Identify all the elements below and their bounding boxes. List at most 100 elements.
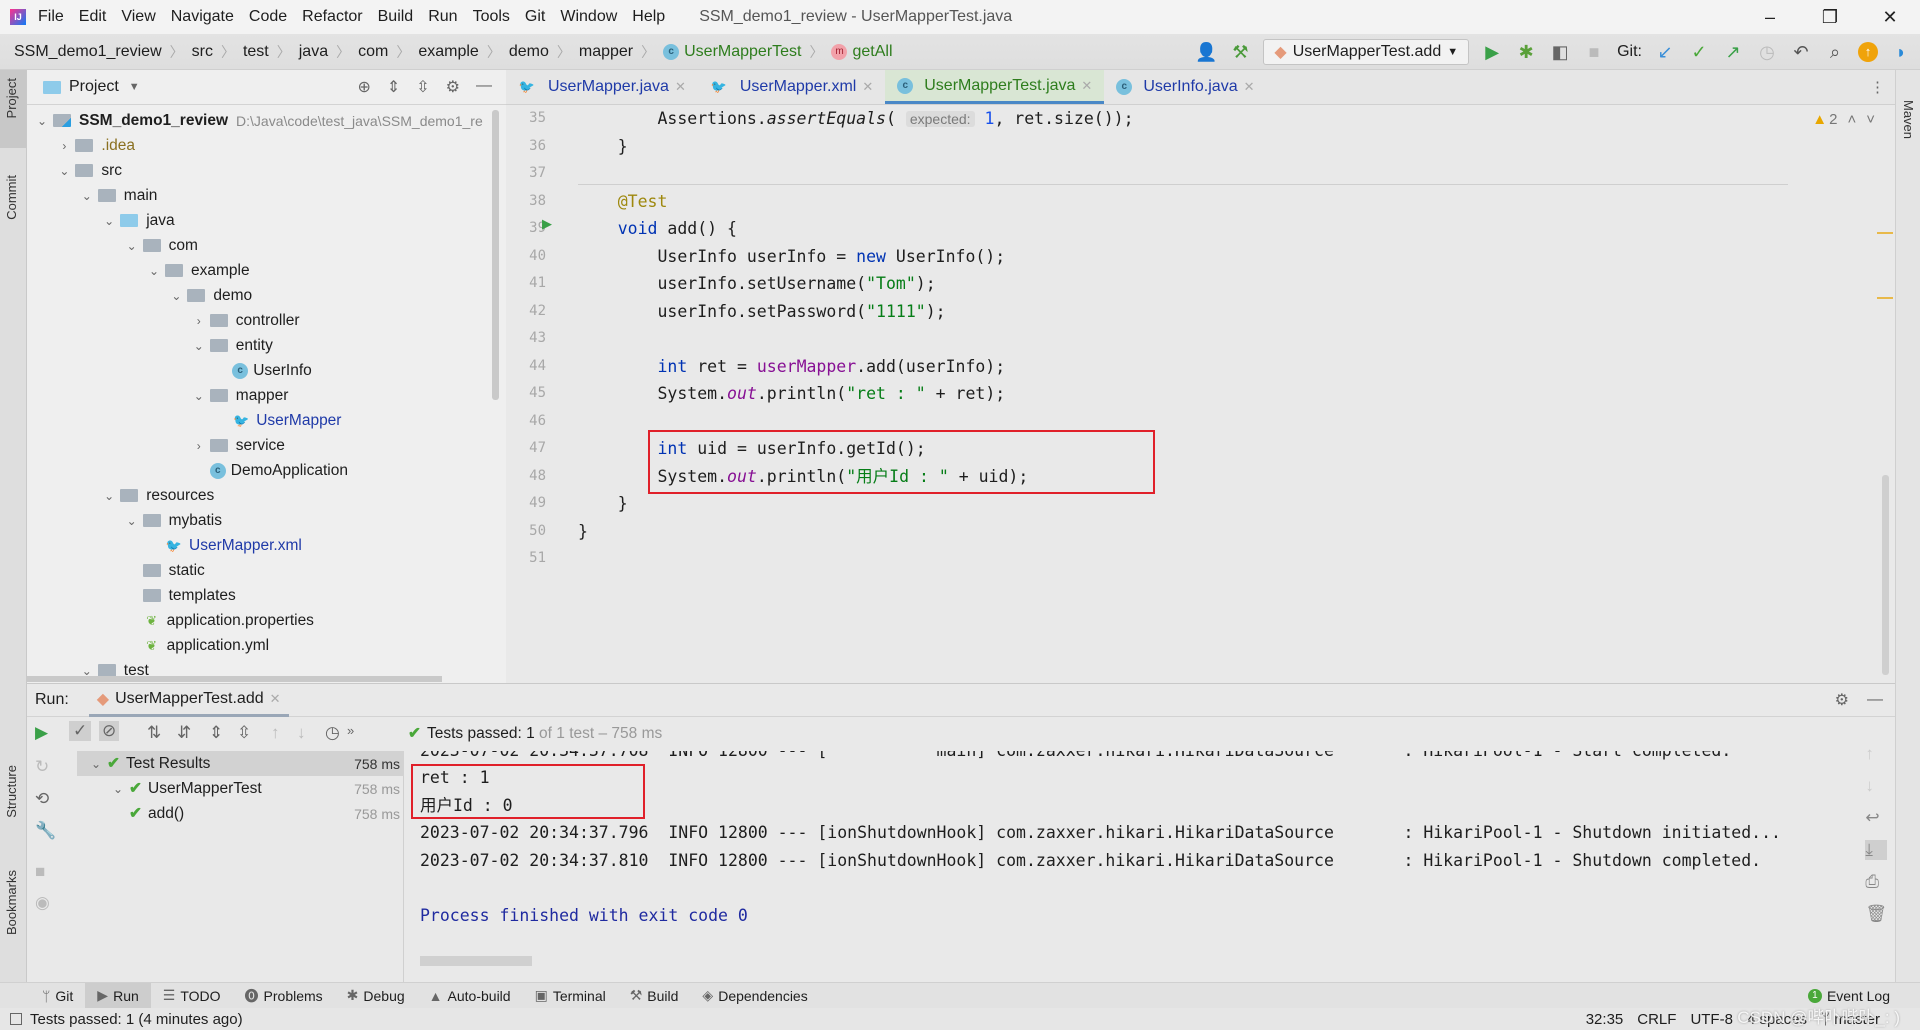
- breadcrumb-item[interactable]: SSM_demo1_review: [14, 43, 162, 61]
- test-result-item[interactable]: ⌄ ✔ Test Results 758 ms: [77, 751, 404, 776]
- history-icon[interactable]: ◷: [325, 723, 340, 743]
- tool-tab-todo[interactable]: ☰ TODO: [151, 983, 233, 1009]
- tree-hscrollbar[interactable]: [27, 676, 442, 682]
- chevron-down-icon[interactable]: ⌄: [85, 757, 107, 771]
- scroll-to-end-icon[interactable]: ⤓: [1865, 840, 1887, 860]
- stripe-structure[interactable]: Structure: [4, 765, 19, 818]
- show-ignored-icon[interactable]: ⊘: [99, 721, 120, 741]
- locate-icon[interactable]: ⊕: [357, 77, 370, 97]
- run-icon[interactable]: ▶: [1481, 42, 1503, 63]
- tree-item[interactable]: ⌄ mybatis: [121, 508, 222, 533]
- chevron-down-icon[interactable]: ⌄: [165, 289, 187, 303]
- chevron-down-icon[interactable]: ⌄: [98, 214, 120, 228]
- editor-tab[interactable]: 🐦 UserMapper.java ✕: [506, 70, 698, 104]
- tree-item[interactable]: ❦ application.properties: [121, 608, 314, 633]
- sort-alpha-icon[interactable]: ⇅: [147, 723, 161, 743]
- stripe-maven[interactable]: Maven: [1901, 100, 1916, 139]
- close-icon[interactable]: ✕: [1244, 79, 1255, 95]
- tree-item[interactable]: c DemoApplication: [188, 458, 348, 483]
- up-icon[interactable]: ↑: [1865, 744, 1887, 764]
- tree-item[interactable]: ⌄ entity: [188, 333, 273, 358]
- tree-item[interactable]: ⌄ java: [98, 208, 174, 233]
- breadcrumb-item[interactable]: 〉 mapper: [549, 42, 633, 62]
- tool-tab-build[interactable]: ⚒ Build: [618, 983, 691, 1009]
- restore-button[interactable]: ❐: [1800, 0, 1860, 34]
- chevron-down-icon[interactable]: ⌄: [188, 339, 210, 353]
- code-editor[interactable]: Assertions.assertEquals( expected: 1, re…: [578, 105, 1895, 683]
- gear-icon[interactable]: ⚙: [1835, 690, 1849, 710]
- down-icon[interactable]: ↓: [1865, 776, 1887, 796]
- build-hammer-icon[interactable]: ⚒: [1229, 42, 1251, 63]
- line-separator[interactable]: CRLF: [1637, 1011, 1676, 1028]
- tool-tab-terminal[interactable]: ▣ Terminal: [523, 983, 618, 1009]
- breadcrumb-item[interactable]: 〉 example: [388, 42, 478, 62]
- update-icon[interactable]: ↑: [1858, 42, 1878, 62]
- close-icon[interactable]: ✕: [270, 691, 281, 707]
- tree-item[interactable]: ⌄ SSM_demo1_review D:\Java\code\test_java\…: [31, 108, 483, 133]
- breadcrumb-item[interactable]: 〉 com: [328, 42, 388, 62]
- next-icon[interactable]: ↓: [297, 723, 306, 743]
- tool-tab-run[interactable]: ▶ Run: [85, 982, 151, 1009]
- chevron-down-icon[interactable]: ▼: [129, 81, 140, 93]
- menu-tools[interactable]: Tools: [473, 8, 510, 26]
- chevron-down-icon[interactable]: ⌄: [31, 114, 53, 128]
- tree-item[interactable]: 🐦 UserMapper: [210, 408, 341, 433]
- user-icon[interactable]: 👤: [1195, 42, 1217, 63]
- close-icon[interactable]: ✕: [1081, 78, 1092, 94]
- tree-item[interactable]: ⌄ main: [76, 183, 158, 208]
- editor-tab[interactable]: c UserMapperTest.java ✕: [885, 70, 1105, 104]
- editor-tab[interactable]: c UserInfo.java ✕: [1104, 70, 1266, 104]
- expand-all-icon[interactable]: ⇕: [387, 77, 400, 97]
- console-output[interactable]: 2023-07-02 20:34:37.708 INFO 12800 --- […: [404, 751, 1864, 983]
- tree-item[interactable]: ⌄ demo: [165, 283, 252, 308]
- stripe-bookmarks[interactable]: Bookmarks: [4, 870, 19, 935]
- chevron-right-icon[interactable]: ›: [188, 314, 210, 328]
- menu-view[interactable]: View: [121, 8, 155, 26]
- close-window-button[interactable]: ✕: [1860, 0, 1920, 34]
- git-update-icon[interactable]: ↙: [1654, 42, 1676, 63]
- stop-icon[interactable]: ■: [35, 862, 45, 882]
- menu-window[interactable]: Window: [560, 8, 617, 26]
- chevron-down-icon[interactable]: ⌄: [121, 514, 143, 528]
- tree-item[interactable]: › service: [188, 433, 285, 458]
- rollback-icon[interactable]: ↶: [1790, 42, 1812, 63]
- more-tabs-icon[interactable]: ⋮: [1860, 70, 1895, 104]
- tree-item[interactable]: ⌄ src: [53, 158, 122, 183]
- warning-marker[interactable]: [1877, 297, 1893, 299]
- chevron-down-icon[interactable]: ⌄: [107, 782, 129, 796]
- stripe-commit[interactable]: Commit: [4, 175, 19, 220]
- chevron-down-icon[interactable]: ⌄: [53, 164, 75, 178]
- chevron-down-icon[interactable]: ⌄: [121, 239, 143, 253]
- caret-position[interactable]: 32:35: [1586, 1011, 1624, 1028]
- git-push-icon[interactable]: ↗: [1722, 42, 1744, 63]
- tool-tab-dependencies[interactable]: ◈ Dependencies: [690, 983, 819, 1009]
- sort-duration-icon[interactable]: ⇵: [177, 723, 191, 743]
- close-icon[interactable]: ✕: [675, 79, 686, 95]
- tree-item[interactable]: ❦ application.yml: [121, 633, 269, 658]
- history-icon[interactable]: ◷: [1756, 42, 1778, 63]
- tree-item[interactable]: ⌄ resources: [98, 483, 214, 508]
- tree-item[interactable]: ⌄ mapper: [188, 383, 289, 408]
- breadcrumb-item[interactable]: 〉 src: [162, 42, 213, 62]
- expand-all-icon[interactable]: ⇕: [209, 723, 223, 743]
- tree-item[interactable]: 🐦 UserMapper.xml: [143, 533, 302, 558]
- menu-file[interactable]: File: [38, 8, 64, 26]
- wrench-icon[interactable]: 🔧: [35, 821, 56, 841]
- gear-icon[interactable]: ⚙: [446, 77, 460, 97]
- editor-tab[interactable]: 🐦 UserMapper.xml ✕: [698, 70, 885, 104]
- event-log-button[interactable]: 1 Event Log: [1807, 988, 1890, 1004]
- soft-wrap-icon[interactable]: ↩: [1865, 808, 1887, 828]
- tree-item[interactable]: c UserInfo: [210, 358, 312, 383]
- tree-item[interactable]: static: [121, 558, 205, 583]
- tool-tab-debug[interactable]: ✱ Debug: [335, 983, 417, 1009]
- tree-item[interactable]: ⌄ com: [121, 233, 198, 258]
- breadcrumb-item[interactable]: 〉 java: [269, 42, 328, 62]
- run-tab[interactable]: ◆ UserMapperTest.add ✕: [88, 684, 289, 717]
- tool-tab-auto-build[interactable]: ▲ Auto-build: [417, 983, 523, 1009]
- stripe-project[interactable]: Project: [4, 78, 19, 118]
- close-icon[interactable]: ✕: [862, 79, 873, 95]
- tool-tab-problems[interactable]: ⓿ Problems: [233, 983, 335, 1009]
- hide-icon[interactable]: —: [1867, 691, 1883, 709]
- toggle-auto-test-icon[interactable]: ⟲: [35, 789, 49, 809]
- tree-item[interactable]: › controller: [188, 308, 300, 333]
